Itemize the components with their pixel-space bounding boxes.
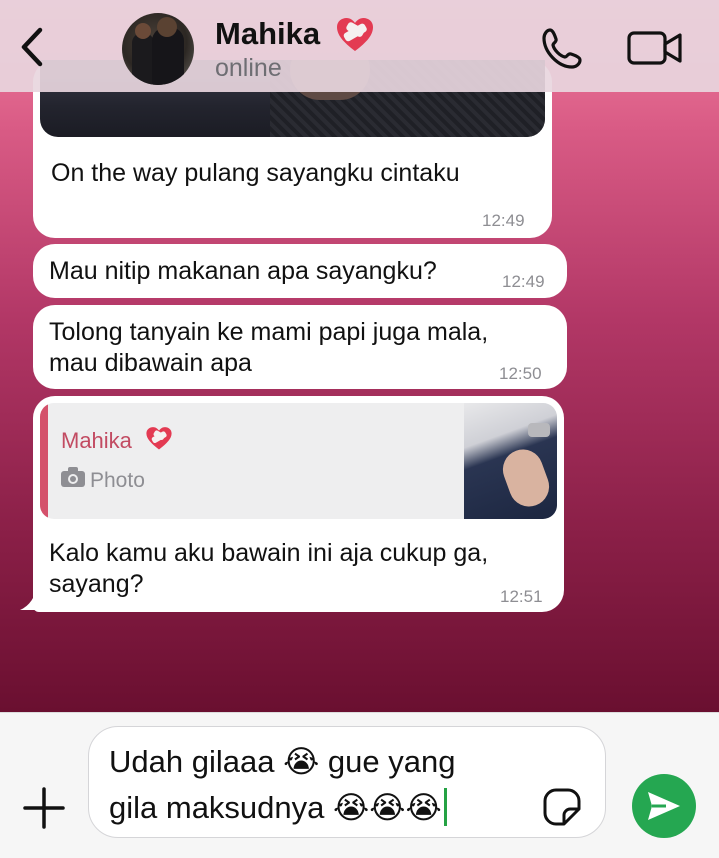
quoted-photo-thumbnail[interactable] [464, 403, 557, 519]
avatar-figure-head [135, 23, 151, 39]
back-chevron-icon[interactable] [14, 24, 50, 70]
camera-icon [61, 467, 85, 487]
heart-with-bandage-icon [146, 427, 172, 450]
avatar-figure-head [157, 17, 177, 37]
message-time: 12:50 [499, 364, 542, 383]
message-bubble-reply[interactable]: Mahika Photo Kalo kamu aku bawain ini aj… [33, 396, 564, 612]
message-input-line: Udah gilaaa 😭 gue yang [109, 744, 456, 779]
text-caret [443, 788, 447, 826]
quoted-message[interactable]: Mahika Photo [40, 403, 557, 519]
message-text: Mau nitip makanan apa sayangku? [49, 257, 437, 285]
chat-background: On the way pulang sayangku cintaku 12:49… [0, 0, 719, 712]
plus-icon[interactable] [22, 786, 66, 830]
sticker-icon[interactable] [542, 787, 582, 827]
quoted-sender-name: Mahika [61, 428, 132, 453]
message-bubble[interactable]: Tolong tanyain ke mami papi juga mala, m… [33, 305, 567, 389]
quoted-type-label: Photo [90, 469, 145, 492]
message-time: 12:49 [482, 211, 525, 230]
message-input-line: gila maksudnya 😭😭😭 [109, 790, 442, 825]
thumbnail-hand [497, 443, 555, 513]
video-camera-icon[interactable] [627, 30, 683, 66]
thumbnail-watch [528, 423, 550, 437]
avatar-figure [132, 33, 154, 85]
avatar[interactable] [122, 13, 194, 85]
message-input[interactable]: Udah gilaaa 😭 gue yang gila maksudnya 😭😭… [88, 726, 606, 838]
message-text: On the way pulang sayangku cintaku [51, 159, 460, 187]
message-text: Kalo kamu aku bawain ini aja cukup ga, s… [49, 539, 489, 598]
quote-bar [40, 403, 48, 519]
message-text: Tolong tanyain ke mami papi juga mala, m… [49, 318, 489, 377]
chat-header: Mahika online [0, 0, 719, 92]
heart-with-bandage-icon [337, 18, 373, 51]
message-bubble[interactable]: Mau nitip makanan apa sayangku? 12:49 [33, 244, 567, 298]
message-time: 12:49 [502, 272, 545, 291]
contact-status: online [215, 54, 282, 82]
message-input-text[interactable]: Udah gilaaa 😭 gue yang gila maksudnya 😭😭… [109, 739, 529, 831]
contact-name[interactable]: Mahika [215, 16, 320, 52]
message-time: 12:51 [500, 587, 543, 606]
send-arrow-icon [648, 792, 680, 820]
send-button[interactable] [632, 774, 696, 838]
phone-icon[interactable] [540, 26, 586, 70]
